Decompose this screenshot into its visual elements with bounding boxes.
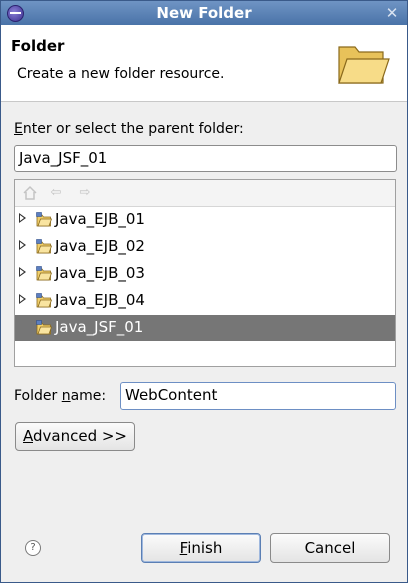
tree-toolbar: ⇦ ⇨ <box>15 180 395 207</box>
advanced-button[interactable]: Advanced >> <box>15 422 135 451</box>
tree-item[interactable]: Java_JSF_01 <box>15 315 395 341</box>
parent-folder-value: Java_JSF_01 <box>19 149 108 167</box>
tree-item[interactable]: Java_EJB_03 <box>15 261 395 287</box>
tree-item-label: Java_EJB_03 <box>55 264 145 282</box>
back-arrow-icon[interactable]: ⇦ <box>48 185 64 201</box>
finish-button[interactable]: Finish <box>141 533 261 563</box>
project-folder-icon <box>36 320 52 335</box>
tree-item[interactable]: Java_EJB_04 <box>15 288 395 314</box>
tree-item-label: Java_EJB_02 <box>55 237 145 255</box>
tree-item[interactable]: Java_EJB_01 <box>15 207 395 233</box>
help-icon[interactable]: ? <box>25 540 41 556</box>
header-description: Create a new folder resource. <box>17 66 225 82</box>
header-title: Folder <box>11 37 65 55</box>
tree-item-label: Java_EJB_01 <box>55 210 145 228</box>
forward-arrow-icon[interactable]: ⇨ <box>77 185 93 201</box>
folder-tree[interactable]: ⇦ ⇨ Java_EJB_01 Java_EJB_02 Java_EJB_03 Jav… <box>14 179 396 367</box>
tree-item-label: Java_EJB_04 <box>55 291 145 309</box>
project-folder-icon <box>36 266 52 281</box>
folder-name-label: Folder name: <box>14 388 107 404</box>
expand-arrow-icon[interactable] <box>19 213 26 223</box>
expand-arrow-icon[interactable] <box>19 267 26 277</box>
parent-folder-input[interactable]: Java_JSF_01 <box>14 145 397 172</box>
expand-arrow-icon[interactable] <box>19 240 26 250</box>
project-folder-icon <box>36 293 52 308</box>
project-folder-icon <box>36 239 52 254</box>
close-icon[interactable]: ✕ <box>383 4 401 22</box>
home-icon[interactable] <box>22 185 38 201</box>
open-folder-icon <box>338 46 390 84</box>
folder-name-input[interactable]: WebContent <box>120 382 396 410</box>
title-bar[interactable]: New Folder ✕ <box>1 1 407 25</box>
project-folder-icon <box>36 212 52 227</box>
new-folder-dialog: New Folder ✕ Folder Create a new folder … <box>0 0 408 583</box>
parent-folder-label: Enter or select the parent folder: <box>14 121 244 137</box>
tree-item-label: Java_JSF_01 <box>55 318 144 336</box>
expand-arrow-icon[interactable] <box>19 294 26 304</box>
folder-name-value: WebContent <box>125 386 218 404</box>
cancel-button[interactable]: Cancel <box>270 533 390 563</box>
wizard-header: Folder Create a new folder resource. <box>1 25 407 102</box>
tree-item[interactable]: Java_EJB_02 <box>15 234 395 260</box>
window-title: New Folder <box>156 4 252 22</box>
